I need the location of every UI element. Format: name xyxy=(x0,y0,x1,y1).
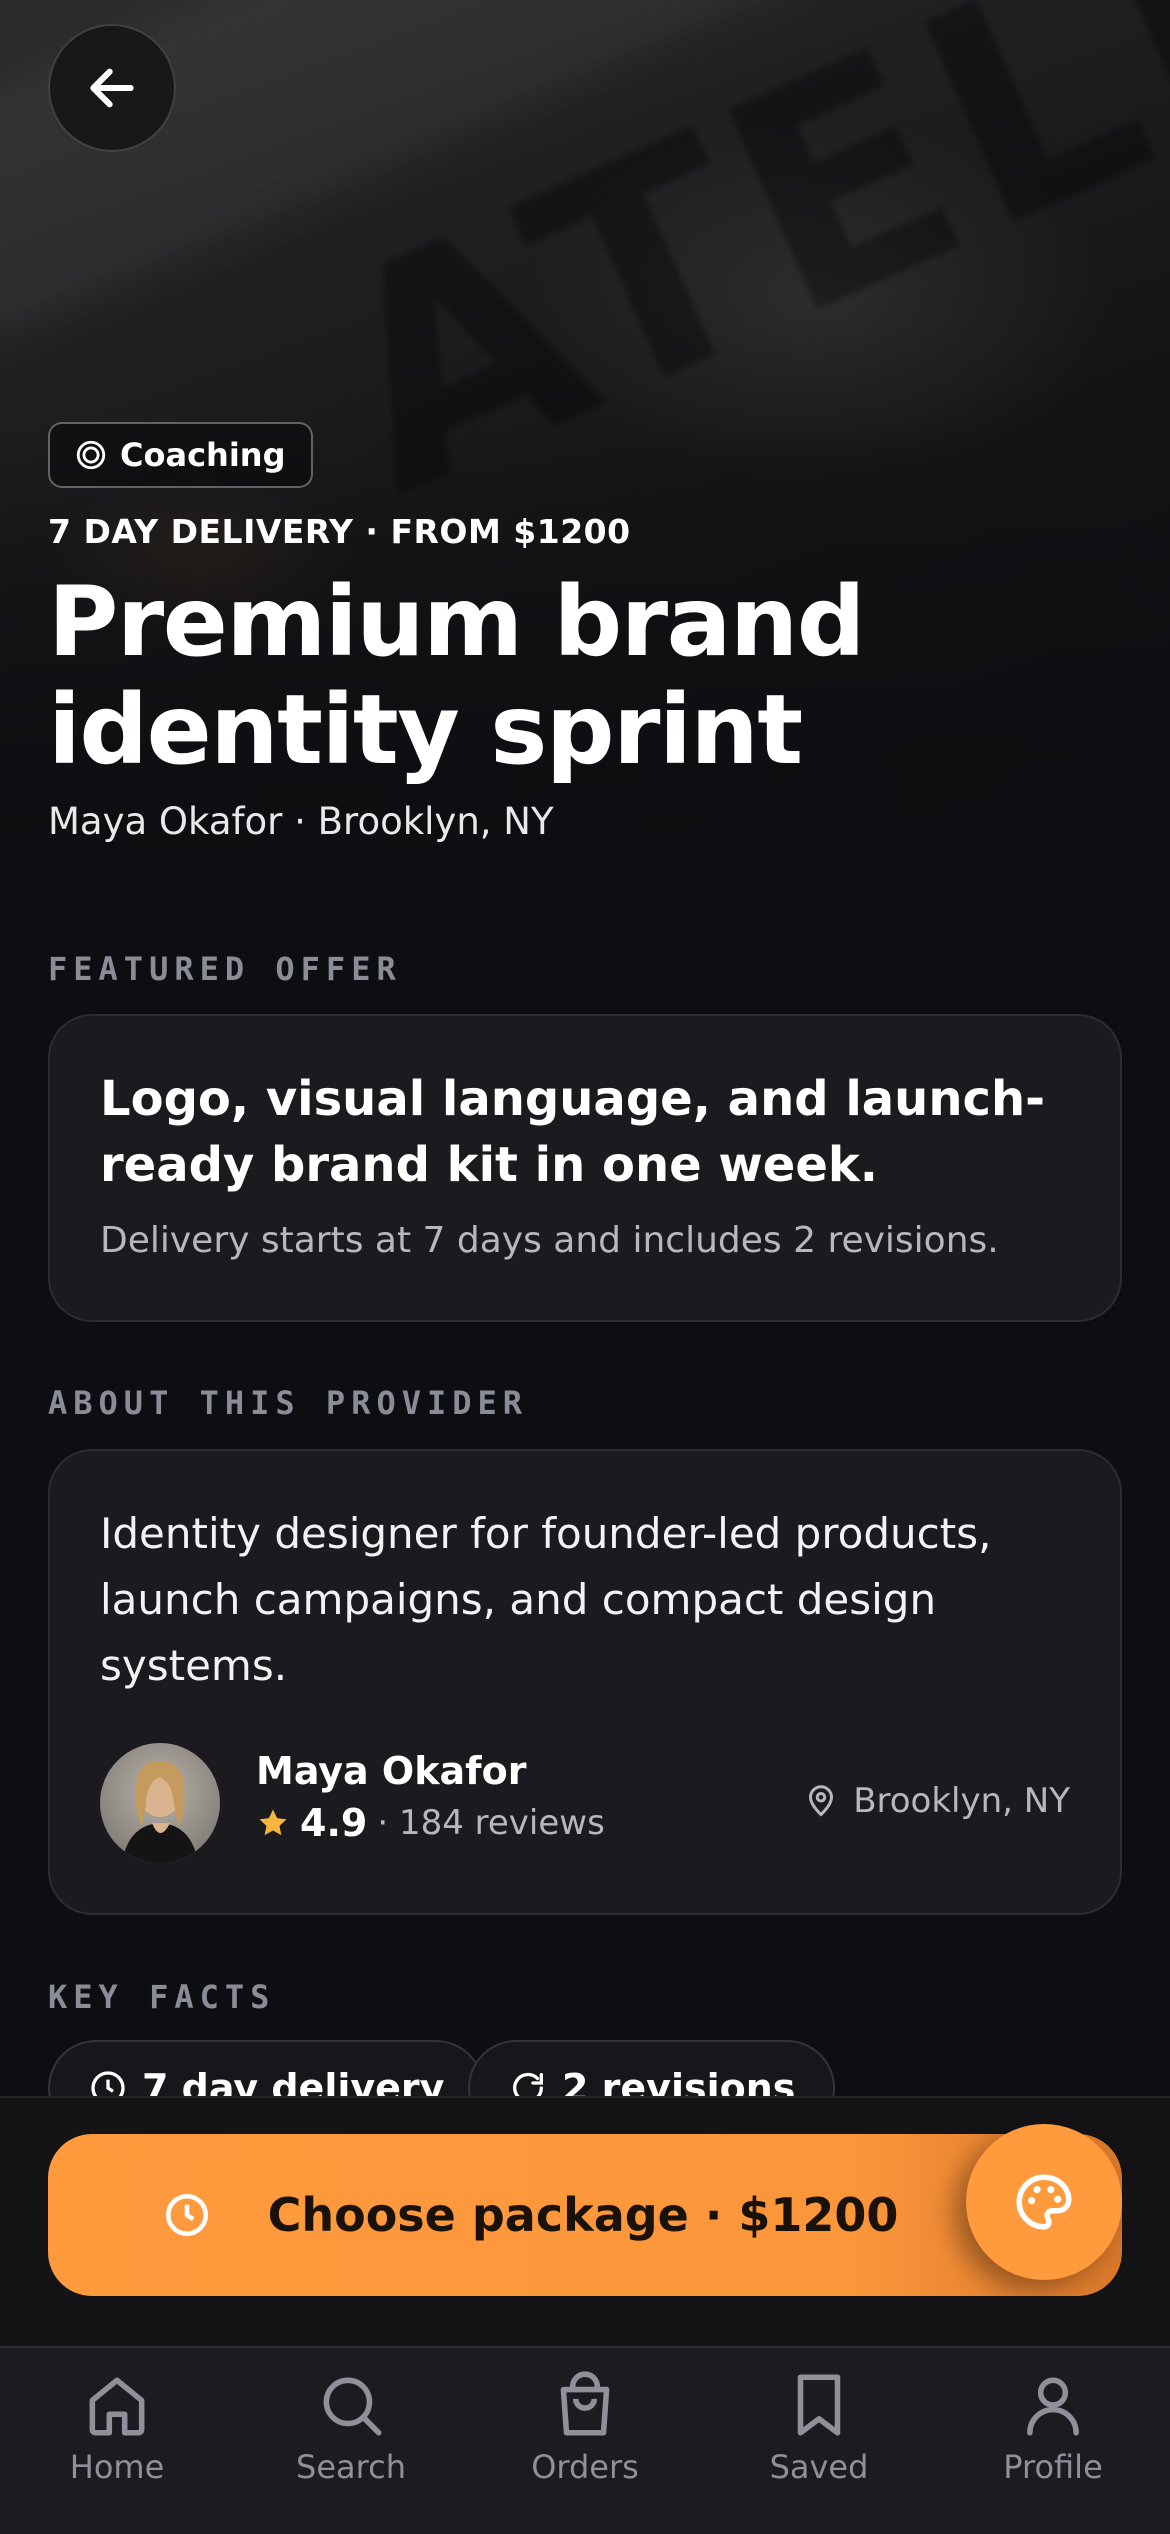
provider-byline: Maya Okafor · Brooklyn, NY xyxy=(48,800,554,843)
tab-label: Orders xyxy=(531,2448,639,2486)
offer-subtext: Delivery starts at 7 days and includes 2… xyxy=(100,1220,999,1261)
location-label: Brooklyn, NY xyxy=(853,1781,1070,1821)
tab-home[interactable]: Home xyxy=(0,2348,234,2534)
bag-icon xyxy=(548,2368,622,2442)
category-chip[interactable]: Coaching xyxy=(48,422,314,488)
home-icon xyxy=(80,2368,154,2442)
tab-label: Search xyxy=(296,2448,406,2486)
clock-icon xyxy=(162,2190,212,2240)
choose-package-button[interactable]: Choose package · $1200 xyxy=(48,2134,1122,2296)
tab-profile[interactable]: Profile xyxy=(936,2348,1170,2534)
arrow-left-icon xyxy=(84,60,140,116)
featured-offer-card[interactable]: Logo, visual language, and launch-ready … xyxy=(48,1014,1122,1322)
map-pin-icon xyxy=(803,1783,839,1819)
search-icon xyxy=(314,2368,388,2442)
provider-description: Identity designer for founder-led produc… xyxy=(100,1509,992,1690)
bottom-tab-bar: Home Search Orders Saved Profile xyxy=(0,2346,1170,2534)
person-icon xyxy=(1016,2368,1090,2442)
provider-name: Maya Okafor xyxy=(256,1749,527,1793)
tab-label: Saved xyxy=(769,2448,869,2486)
tab-search[interactable]: Search xyxy=(234,2348,468,2534)
offer-headline: Logo, visual language, and launch-ready … xyxy=(100,1071,1046,1193)
about-provider-label: ABOUT THIS PROVIDER xyxy=(48,1384,529,1422)
provider-rating: 4.9 · 184 reviews xyxy=(256,1801,605,1845)
key-facts-label: KEY FACTS xyxy=(48,1978,276,2016)
page-title: Premium brand identity sprint xyxy=(48,566,865,786)
palette-fab-button[interactable] xyxy=(966,2124,1122,2280)
rating-value: 4.9 xyxy=(300,1801,368,1845)
tab-label: Home xyxy=(69,2448,165,2486)
cta-label: Choose package · $1200 xyxy=(267,2188,899,2242)
about-provider-card: Identity designer for founder-led produc… xyxy=(48,1449,1122,1915)
back-button[interactable] xyxy=(48,24,176,152)
category-label: Coaching xyxy=(120,436,286,474)
provider-location: Brooklyn, NY xyxy=(803,1781,1070,1821)
target-icon xyxy=(74,438,108,472)
provider-avatar[interactable] xyxy=(100,1743,220,1863)
tab-saved[interactable]: Saved xyxy=(702,2348,936,2534)
palette-icon xyxy=(1011,2169,1077,2235)
star-icon xyxy=(256,1806,290,1840)
tab-orders[interactable]: Orders xyxy=(468,2348,702,2534)
bookmark-icon xyxy=(782,2368,856,2442)
tab-label: Profile xyxy=(1003,2448,1103,2486)
featured-offer-label: FEATURED OFFER xyxy=(48,950,402,988)
review-count: · 184 reviews xyxy=(377,1803,605,1843)
delivery-price-eyebrow: 7 DAY DELIVERY · FROM $1200 xyxy=(48,512,631,551)
